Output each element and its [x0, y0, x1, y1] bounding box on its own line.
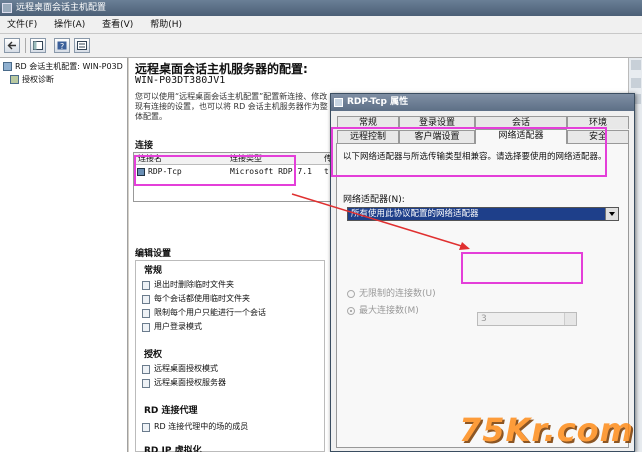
connection-transport: t [324, 167, 329, 176]
server-icon [3, 62, 12, 71]
setting-single-session-per-user[interactable]: 限制每个用户只能进行一个会话 [142, 307, 266, 319]
console-tree-icon [33, 41, 43, 50]
spin-arrows-icon[interactable] [564, 313, 576, 325]
max-connections-radio[interactable]: 最大连接数(M) [347, 305, 419, 317]
setting-licensing-mode[interactable]: 远程桌面授权模式 [142, 363, 218, 375]
edit-settings-list: 常规 退出时删除临时文件夹 每个会话都使用临时文件夹 限制每个用户只能进行一个会… [135, 260, 325, 452]
group-general-title: 常规 [144, 266, 163, 276]
adapter-label: 网络适配器(N): [343, 195, 405, 205]
back-arrow-icon [7, 41, 16, 50]
setting-temp-folder-per-session[interactable]: 每个会话都使用临时文件夹 [142, 293, 250, 305]
selected-adapter: 所有使用此协议配置的网络适配器 [351, 209, 479, 219]
setting-label: RD 连接代理中的场的成员 [154, 422, 249, 431]
help-icon: ? [57, 41, 67, 50]
highlight-max-connections [461, 252, 583, 284]
setting-icon [142, 295, 150, 304]
setting-icon [142, 365, 150, 374]
highlight-connection-row [134, 155, 296, 186]
setting-user-logon-mode[interactable]: 用户登录模式 [142, 321, 202, 333]
setting-license-server[interactable]: 远程桌面授权服务器 [142, 377, 226, 389]
app-icon [2, 3, 12, 13]
dialog-title: RDP-Tcp 属性 [347, 97, 409, 107]
setting-label: 用户登录模式 [154, 322, 202, 331]
menu-help[interactable]: 帮助(H) [143, 16, 189, 34]
dialog-titlebar: RDP-Tcp 属性 [331, 94, 634, 111]
site-watermark: 75Kr.com [459, 411, 634, 449]
setting-farm-member[interactable]: RD 连接代理中的场的成员 [142, 421, 248, 433]
setting-label: 每个会话都使用临时文件夹 [154, 294, 250, 303]
menu-file[interactable]: 文件(F) [0, 16, 44, 34]
radio-label: 最大连接数(M) [359, 306, 419, 316]
tree-item-licensing-diagnosis[interactable]: 授权诊断 [10, 73, 54, 86]
menu-action[interactable]: 操作(A) [47, 16, 92, 34]
group-broker-title: RD 连接代理 [144, 406, 198, 416]
connections-header: 连接 [135, 141, 154, 151]
setting-icon [142, 309, 150, 318]
tree-item-rd-session-host[interactable]: RD 会话主机配置: WIN-P03D [3, 60, 123, 73]
network-adapter-panel: 以下网络适配器与所选传输类型相兼容。请选择要使用的网络适配器。 网络适配器(N)… [336, 143, 629, 448]
console-tree: RD 会话主机配置: WIN-P03D 授权诊断 [0, 58, 128, 452]
radio-indicator [347, 290, 355, 298]
setting-icon [142, 281, 150, 290]
menu-bar: 文件(F) 操作(A) 查看(V) 帮助(H) [0, 16, 642, 34]
properties-button[interactable] [74, 38, 90, 53]
setting-icon [142, 423, 150, 432]
setting-icon [142, 379, 150, 388]
actions-header-icon [631, 60, 641, 70]
setting-label: 远程桌面授权模式 [154, 364, 218, 373]
setting-label: 退出时删除临时文件夹 [154, 280, 234, 289]
diagnosis-icon [10, 75, 19, 84]
max-connections-value: 3 [481, 314, 487, 324]
menu-view[interactable]: 查看(V) [95, 16, 140, 34]
setting-label: 限制每个用户只能进行一个会话 [154, 308, 266, 317]
max-connections-stepper[interactable]: 3 [477, 312, 577, 326]
group-licensing-title: 授权 [144, 350, 163, 360]
dialog-icon [334, 98, 343, 107]
chevron-down-icon[interactable] [605, 208, 618, 220]
setting-icon [142, 323, 150, 332]
toolbar-separator [25, 38, 26, 53]
svg-text:?: ? [60, 42, 64, 50]
pane-description: 您可以使用“远程桌面会话主机配置”配置新连接、修改现有连接的设置，也可以将 RD… [135, 92, 328, 121]
unlimited-connections-radio[interactable]: 无限制的连接数(U) [347, 288, 436, 300]
window-title: 远程桌面会话主机配置 [16, 3, 107, 13]
tree-item-label: RD 会话主机配置: WIN-P03D [15, 62, 123, 71]
window-titlebar: 远程桌面会话主机配置 [0, 0, 642, 16]
show-tree-button[interactable] [30, 38, 46, 53]
server-name: WIN-P03DT380JV1 [135, 75, 226, 86]
edit-settings-header: 编辑设置 [135, 249, 172, 259]
back-button[interactable] [4, 38, 20, 53]
help-button[interactable]: ? [54, 38, 70, 53]
toolbar: ? [0, 34, 642, 58]
setting-delete-temp-on-exit[interactable]: 退出时删除临时文件夹 [142, 279, 234, 291]
radio-indicator [347, 307, 355, 315]
group-ip-virtualization-title: RD IP 虚拟化 [144, 446, 202, 452]
radio-label: 无限制的连接数(U) [359, 289, 436, 299]
highlight-adapter-area [331, 127, 607, 177]
setting-label: 远程桌面授权服务器 [154, 378, 226, 387]
properties-icon [77, 41, 87, 50]
network-adapter-select[interactable]: 所有使用此协议配置的网络适配器 [347, 207, 619, 221]
tree-item-label: 授权诊断 [22, 75, 54, 84]
action-item-icon[interactable] [631, 78, 641, 88]
